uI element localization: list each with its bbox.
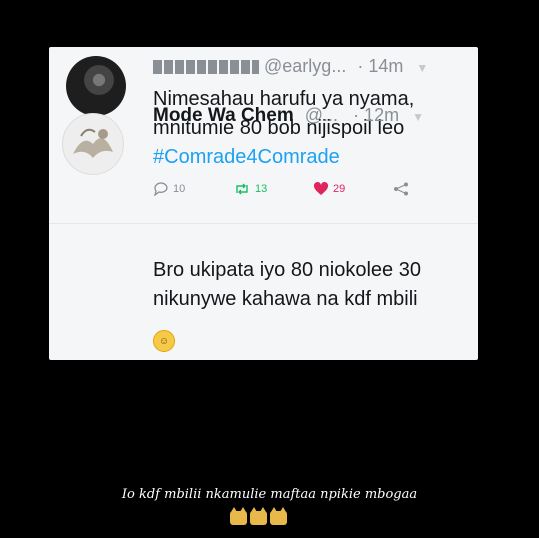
tweet-line: Bro ukipata iyo 80 niokolee 30 [153, 259, 421, 281]
caption-emojis [230, 507, 287, 525]
tweet-text: Bro ukipata iyo 80 niokolee 30 nikunywe … [153, 256, 421, 314]
laughing-emoji: ☺ [153, 330, 175, 352]
screenshot-card: @earlyg... · 14m ▼ Nimesahau harufu ya n… [49, 47, 478, 360]
caret-icon[interactable]: ▼ [412, 110, 424, 124]
tweet-line: nikunywe kahawa na kdf mbili [153, 288, 418, 310]
cat-emoji [250, 507, 267, 525]
avatar-illustration [73, 128, 113, 158]
display-name[interactable]: Mode Wa Chem [153, 105, 294, 126]
cat-emoji [270, 507, 287, 525]
tweet-header: Mode Wa Chem @... · 12m ▼ [153, 105, 424, 127]
reply-tweet[interactable]: Mode Wa Chem @... · 12m ▼ Bro ukipata iy… [49, 47, 478, 360]
cat-emoji [230, 507, 247, 525]
story-caption: Io kdf mbilii nkamulie maftaa npikie mbo… [121, 487, 418, 502]
timestamp: · 12m [353, 105, 400, 125]
avatar[interactable] [62, 113, 124, 175]
handle[interactable]: @... [305, 105, 338, 125]
